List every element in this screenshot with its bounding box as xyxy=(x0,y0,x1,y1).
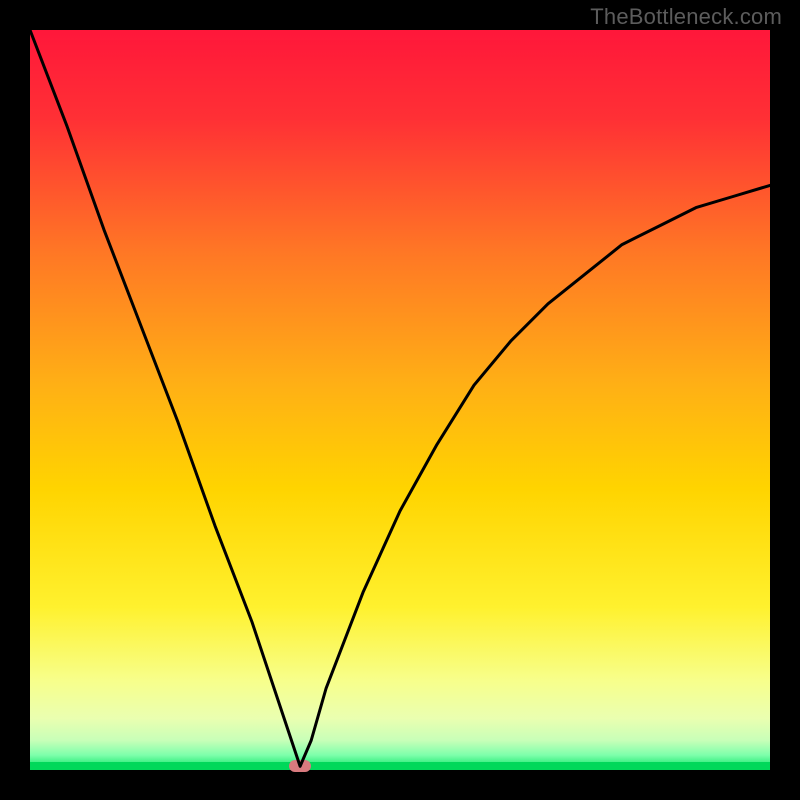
chart-area xyxy=(30,30,770,770)
bottleneck-curve xyxy=(30,30,770,770)
watermark-text: TheBottleneck.com xyxy=(590,4,782,30)
